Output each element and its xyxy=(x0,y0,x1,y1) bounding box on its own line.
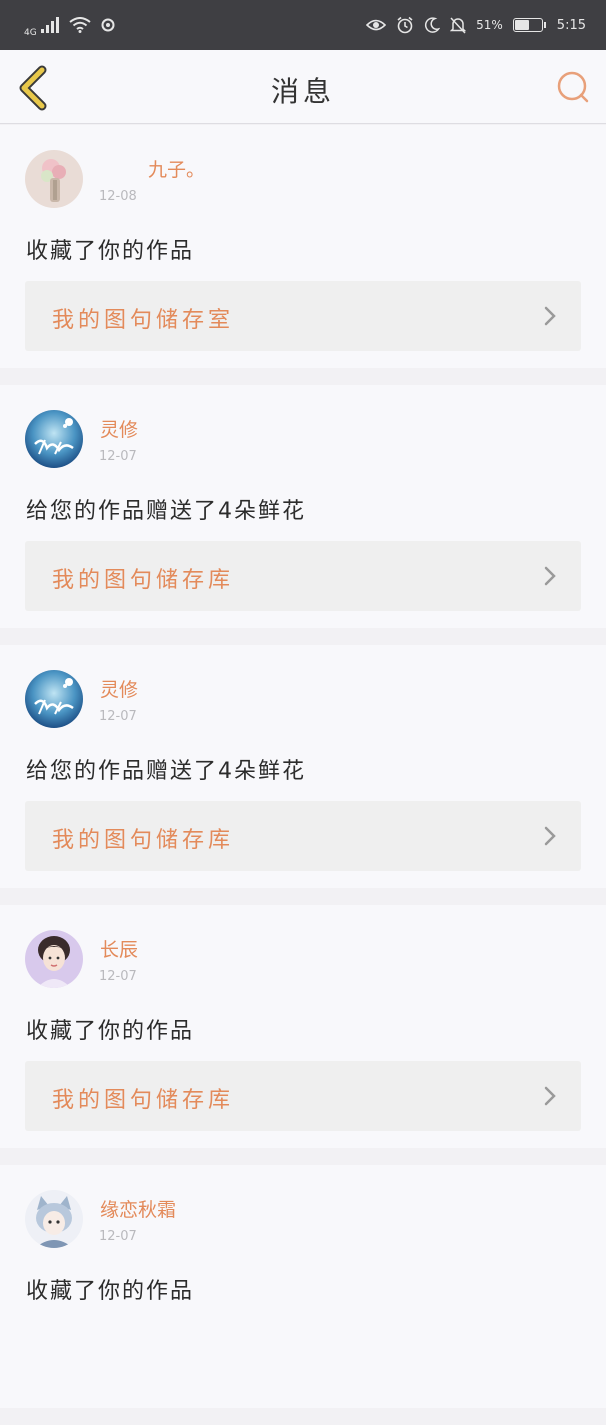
work-link-label: 我的图句储存库 xyxy=(52,828,235,853)
message-card: 灵修 12-07 给您的作品赠送了4朵鲜花 我的图句储存库 xyxy=(0,385,606,628)
chevron-right-icon xyxy=(544,306,556,326)
avatar-cartoon-cat-icon[interactable] xyxy=(25,1190,83,1248)
page-title: 消息 xyxy=(270,75,335,108)
message-card: 缘恋秋霜 12-07 收藏了你的作品 xyxy=(0,1165,606,1408)
message-action: 收藏了你的作品 xyxy=(26,1019,195,1044)
moon-icon xyxy=(425,17,441,33)
chevron-right-icon xyxy=(544,566,556,586)
app-header: 消息 xyxy=(0,50,606,124)
avatar-flowers-icon[interactable] xyxy=(25,150,83,208)
work-link-label: 我的图句储存室 xyxy=(52,308,235,333)
username[interactable]: 长辰 xyxy=(100,935,138,962)
message-date: 12-08 xyxy=(99,189,137,204)
avatar-blue-calligraphy-icon[interactable] xyxy=(25,410,83,468)
username[interactable]: 缘恋秋霜 xyxy=(100,1195,176,1222)
alarm-icon xyxy=(397,16,413,34)
message-card: 灵修 12-07 给您的作品赠送了4朵鲜花 我的图句储存库 xyxy=(0,645,606,888)
message-action: 收藏了你的作品 xyxy=(26,239,195,264)
chevron-right-icon xyxy=(544,1086,556,1106)
message-date: 12-07 xyxy=(99,1229,137,1244)
username[interactable]: 九子。 xyxy=(148,155,205,182)
status-left: 4G xyxy=(24,13,115,38)
message-date: 12-07 xyxy=(99,969,137,984)
message-card: 九子。 12-08 收藏了你的作品 我的图句储存室 xyxy=(0,125,606,368)
message-card: 长辰 12-07 收藏了你的作品 我的图句储存库 xyxy=(0,905,606,1148)
work-link-button[interactable]: 我的图句储存室 xyxy=(25,281,581,351)
username[interactable]: 灵修 xyxy=(100,675,138,702)
battery-percent: 51% xyxy=(476,18,503,32)
battery-wrap xyxy=(512,18,546,32)
avatar-blue-calligraphy-icon[interactable] xyxy=(25,670,83,728)
sync-icon xyxy=(101,18,115,32)
message-action: 给您的作品赠送了4朵鲜花 xyxy=(26,759,306,784)
work-link-label: 我的图句储存库 xyxy=(52,1088,235,1113)
battery-icon xyxy=(512,18,546,32)
avatar-girl-icon[interactable] xyxy=(25,930,83,988)
battery-fill xyxy=(514,20,530,30)
bell-muted-icon xyxy=(450,16,467,34)
message-date: 12-07 xyxy=(99,449,137,464)
message-action: 收藏了你的作品 xyxy=(26,1279,195,1304)
work-link-button[interactable]: 我的图句储存库 xyxy=(25,1061,581,1131)
message-date: 12-07 xyxy=(99,709,137,724)
chevron-right-icon xyxy=(544,826,556,846)
status-bar: 4G 51% 5:15 xyxy=(0,0,606,50)
eye-icon xyxy=(366,19,387,31)
clock: 5:15 xyxy=(556,17,586,33)
status-right: 51% 5:15 xyxy=(366,16,586,34)
work-link-label: 我的图句储存库 xyxy=(52,568,235,593)
search-icon xyxy=(557,71,589,103)
message-action: 给您的作品赠送了4朵鲜花 xyxy=(26,499,306,524)
search-button[interactable] xyxy=(554,68,592,106)
wifi-icon xyxy=(69,17,91,33)
work-link-button[interactable]: 我的图句储存库 xyxy=(25,801,581,871)
message-list: 九子。 12-08 收藏了你的作品 我的图句储存室 灵修 12-07 给您的作品… xyxy=(0,125,606,1425)
work-link-button[interactable]: 我的图句储存库 xyxy=(25,541,581,611)
signal-icon xyxy=(40,17,59,33)
network-type: 4G xyxy=(24,27,37,38)
username[interactable]: 灵修 xyxy=(100,415,138,442)
